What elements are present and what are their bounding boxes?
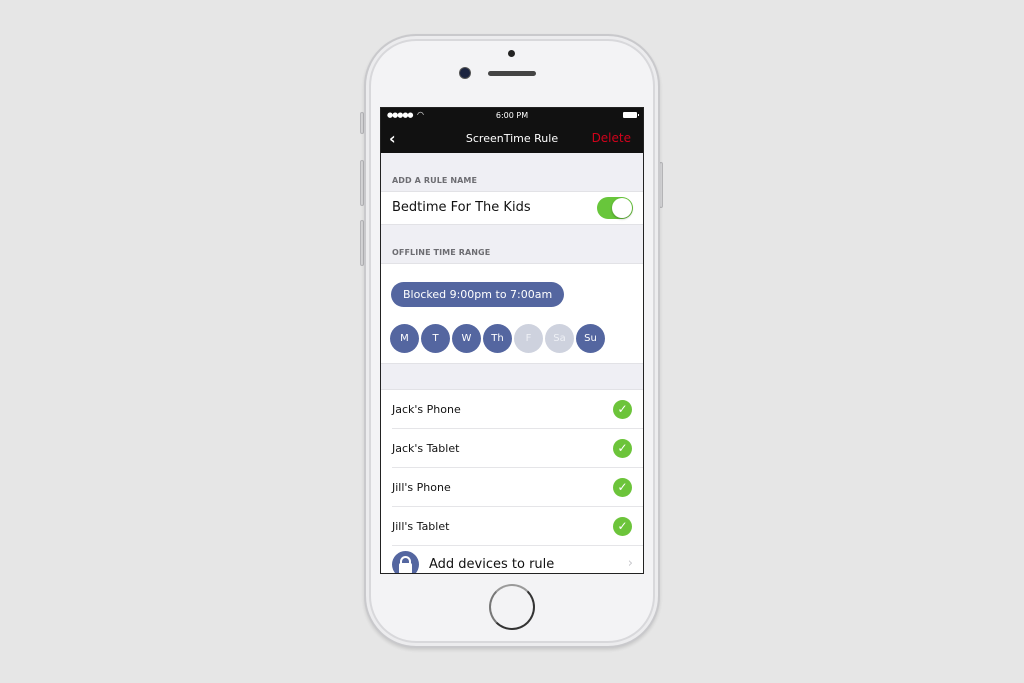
chevron-right-icon: › bbox=[627, 556, 633, 571]
day-wednesday[interactable]: W bbox=[452, 324, 481, 353]
list-item[interactable]: Jack's Tablet ✓ bbox=[381, 429, 643, 468]
phone-screen: ●●●●● ◠ 6:00 PM ‹ ScreenTime Rule Delete… bbox=[380, 107, 644, 574]
device-name: Jill's Phone bbox=[392, 481, 451, 494]
status-bar: ●●●●● ◠ 6:00 PM bbox=[381, 108, 643, 124]
rule-name-field[interactable]: Bedtime For The Kids bbox=[392, 200, 531, 215]
time-range-block: Blocked 9:00pm to 7:00am M T W Th F Sa S… bbox=[381, 263, 643, 363]
navigation-bar: ‹ ScreenTime Rule Delete bbox=[381, 124, 643, 153]
checkmark-icon: ✓ bbox=[613, 478, 632, 497]
delete-button[interactable]: Delete bbox=[592, 131, 631, 145]
device-name: Jill's Tablet bbox=[392, 520, 450, 533]
checkmark-icon: ✓ bbox=[613, 400, 632, 419]
add-devices-label: Add devices to rule bbox=[429, 557, 555, 572]
day-thursday[interactable]: Th bbox=[483, 324, 512, 353]
add-devices-button[interactable]: Add devices to rule › bbox=[381, 546, 643, 573]
status-time: 6:00 PM bbox=[495, 111, 529, 120]
earpiece-speaker bbox=[488, 71, 536, 76]
list-item[interactable]: Jill's Tablet ✓ bbox=[381, 507, 643, 546]
list-item[interactable]: Jack's Phone ✓ bbox=[381, 390, 643, 429]
time-range-header: OFFLINE TIME RANGE bbox=[392, 248, 491, 257]
front-camera bbox=[460, 68, 470, 78]
home-button[interactable] bbox=[489, 584, 535, 630]
toggle-knob bbox=[612, 198, 632, 218]
rule-name-header: ADD A RULE NAME bbox=[392, 176, 478, 185]
checkmark-icon: ✓ bbox=[613, 517, 632, 536]
battery-icon bbox=[623, 112, 639, 118]
lock-icon bbox=[392, 551, 419, 573]
checkmark-icon: ✓ bbox=[613, 439, 632, 458]
device-list: Jack's Phone ✓ Jack's Tablet ✓ Jill's Ph… bbox=[381, 389, 643, 573]
day-tuesday[interactable]: T bbox=[421, 324, 450, 353]
proximity-sensor bbox=[508, 50, 515, 57]
section-spacer bbox=[381, 363, 643, 389]
day-sunday[interactable]: Su bbox=[576, 324, 605, 353]
time-range-button[interactable]: Blocked 9:00pm to 7:00am bbox=[391, 282, 565, 307]
day-monday[interactable]: M bbox=[390, 324, 419, 353]
list-item[interactable]: Jill's Phone ✓ bbox=[381, 468, 643, 507]
rule-name-row: Bedtime For The Kids bbox=[381, 191, 643, 225]
device-name: Jack's Phone bbox=[392, 403, 461, 416]
day-selector: M T W Th F Sa Su bbox=[390, 324, 605, 353]
rule-enabled-toggle[interactable] bbox=[597, 197, 633, 219]
day-friday[interactable]: F bbox=[514, 324, 543, 353]
device-name: Jack's Tablet bbox=[392, 442, 460, 455]
day-saturday[interactable]: Sa bbox=[545, 324, 574, 353]
